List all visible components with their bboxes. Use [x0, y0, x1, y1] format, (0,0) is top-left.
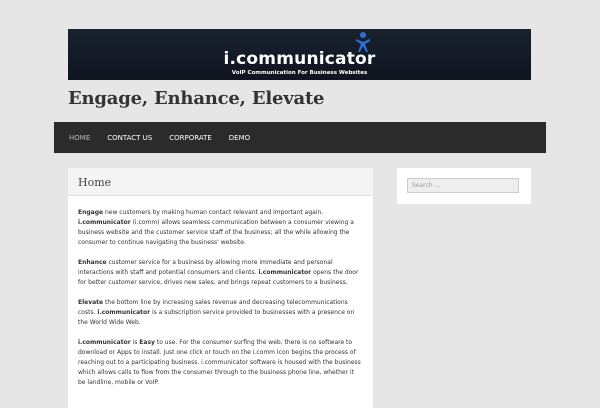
page-header: Home	[68, 168, 373, 196]
banner-tagline: VoIP Communication For Business Websites	[231, 70, 368, 76]
paragraph-engage: Engage new customers by making human con…	[78, 208, 363, 248]
nav-item-demo[interactable]: DEMO	[229, 134, 250, 142]
paragraph-text: to use. For the consumer surfing the web…	[78, 339, 361, 386]
nav-item-corporate[interactable]: CORPORATE	[169, 134, 212, 142]
nav-item-contact-us[interactable]: CONTACT US	[107, 134, 152, 142]
paragraph-enhance: Enhance customer service for a business …	[78, 258, 363, 288]
page-title: Home	[78, 176, 112, 189]
site-title[interactable]: Engage, Enhance, Elevate	[68, 88, 325, 109]
sidebar	[397, 168, 531, 204]
paragraph-elevate: Elevate the bottom line by increasing sa…	[78, 298, 363, 328]
page-body: Engage new customers by making human con…	[68, 196, 373, 388]
banner-title: i.communicator	[223, 49, 376, 69]
brand-name: i.communicator	[258, 269, 312, 276]
lead-word: i.communicator	[78, 339, 131, 346]
main-content: Home Engage new customers by making huma…	[68, 168, 373, 408]
brand-name: i.communicator	[97, 309, 151, 316]
lead-word: Enhance	[78, 259, 107, 266]
lead-word: Elevate	[78, 299, 104, 306]
main-navigation: HOME CONTACT US CORPORATE DEMO	[54, 122, 546, 153]
search-input[interactable]	[407, 178, 519, 193]
paragraph-easy: i.communicator is Easy to use. For the c…	[78, 338, 363, 388]
brand-name: Easy	[139, 339, 155, 346]
paragraph-text: new customers by making human contact re…	[103, 209, 324, 216]
paragraph-text: is	[130, 339, 140, 346]
lead-word: Engage	[78, 209, 104, 216]
site-banner[interactable]: i.communicator VoIP Communication For Bu…	[68, 29, 531, 80]
brand-name: i.communicator	[78, 219, 131, 226]
nav-item-home[interactable]: HOME	[69, 134, 90, 142]
